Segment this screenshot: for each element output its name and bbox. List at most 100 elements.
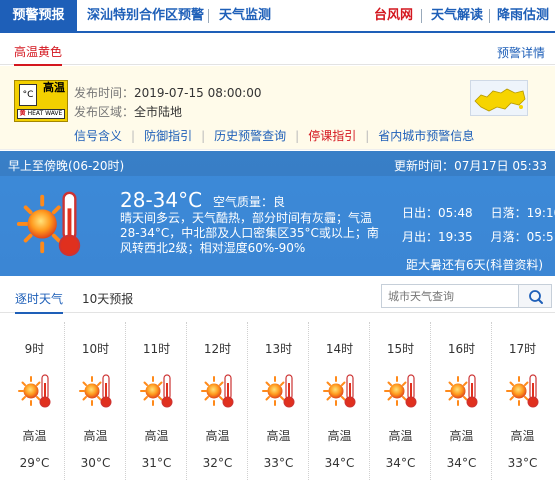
- sunny-hot-icon: [78, 371, 114, 409]
- heat-wave-signal-icon: °C 高温 黄 HEAT WAVE: [14, 80, 68, 122]
- hour-time: 15时: [386, 342, 415, 356]
- tab-weather-analysis[interactable]: 天气解读: [431, 0, 483, 31]
- today-forecast: 早上至傍晚(06-20时) 更新时间：07月17日 05:33 28-34°C …: [0, 151, 555, 276]
- tab-weather-monitoring[interactable]: 天气监测: [219, 0, 271, 31]
- hour-time: 10时: [81, 342, 110, 356]
- link-defense-guide[interactable]: 防御指引: [144, 129, 192, 143]
- warning-header: 高温黄色 预警详情: [0, 40, 555, 66]
- sunny-hot-icon: [444, 371, 480, 409]
- hour-temp: 34°C: [324, 456, 355, 470]
- hour-item: 14时 高温 34°C: [309, 322, 370, 480]
- signal-word: 高温: [43, 81, 65, 94]
- tab-hourly[interactable]: 逐时天气: [15, 290, 64, 314]
- forecast-period: 早上至傍晚(06-20时): [8, 159, 125, 173]
- hour-condition: 高温: [327, 429, 352, 443]
- hour-temp: 34°C: [446, 456, 477, 470]
- hour-temp: 33°C: [507, 456, 538, 470]
- hour-condition: 高温: [83, 429, 108, 443]
- warning-panel: °C 高温 黄 HEAT WAVE 发布时间：2019-07-15 08:00:…: [0, 66, 555, 150]
- hour-time: 11时: [142, 342, 171, 356]
- warning-title[interactable]: 高温黄色: [14, 43, 63, 66]
- hour-temp: 31°C: [141, 456, 172, 470]
- hour-time: 12时: [203, 342, 232, 356]
- hour-item: 12时 高温 32°C: [187, 322, 248, 480]
- search-button[interactable]: [518, 284, 552, 308]
- city-search-input[interactable]: [382, 285, 518, 307]
- hour-time: 14时: [325, 342, 354, 356]
- today-description: 晴天间多云，天气酷热，部分时间有灰霾；气温28-34°C，中北部及人口密集区35…: [120, 211, 379, 255]
- link-class-suspension[interactable]: 停课指引: [308, 129, 356, 143]
- hour-temp: 30°C: [80, 456, 111, 470]
- sunny-hot-icon: [139, 371, 175, 409]
- sunrise-label: 日出：: [402, 206, 439, 220]
- publish-time-label: 发布时间：: [74, 86, 135, 100]
- hour-item: 11时 高温 31°C: [126, 322, 187, 480]
- nav-divider: [489, 9, 490, 23]
- hour-time: 13时: [264, 342, 293, 356]
- hour-temp: 34°C: [385, 456, 416, 470]
- hour-condition: 高温: [266, 429, 291, 443]
- sunny-hot-icon: [17, 371, 53, 409]
- hour-item: 16时 高温 34°C: [431, 322, 492, 480]
- hour-condition: 高温: [205, 429, 230, 443]
- publish-info: 发布时间：2019-07-15 08:00:00 发布区域：全市陆地: [74, 84, 261, 122]
- warning-links: 信号含义 | 防御指引 | 历史预警查询 | 停课指引 | 省内城市预警信息: [74, 129, 475, 143]
- map-icon: [474, 88, 526, 112]
- link-history-warning[interactable]: 历史预警查询: [214, 129, 286, 143]
- hourly-forecast: 9时 高温 29°C 10时 高温 30°C 11时 高温 31°C 12时 高…: [0, 322, 555, 480]
- today-temp-range: 28-34°C: [120, 188, 203, 212]
- sunrise-time: 05:48: [438, 206, 473, 220]
- link-signal-meaning[interactable]: 信号含义: [74, 129, 122, 143]
- signal-level-word: 黄: [19, 110, 26, 117]
- hour-condition: 高温: [388, 429, 413, 443]
- hour-time: 16时: [447, 342, 476, 356]
- sunny-hot-icon: [505, 371, 541, 409]
- signal-english: HEAT WAVE: [27, 110, 63, 117]
- nav-divider: [421, 9, 422, 23]
- hour-item: 17时 高温 33°C: [492, 322, 553, 480]
- search-icon: [529, 290, 543, 304]
- sun-moon-times: 日出：05:48 日落：19:10 月出：19:35 月落：05:51: [402, 201, 555, 249]
- publish-time: 2019-07-15 08:00:00: [134, 86, 262, 100]
- hour-condition: 高温: [510, 429, 535, 443]
- solar-term-countdown[interactable]: 距大暑还有6天(科普资料): [406, 256, 543, 273]
- warning-details-link[interactable]: 预警详情: [497, 44, 545, 61]
- tab-warning-forecast[interactable]: 预警预报: [0, 0, 77, 31]
- publish-area: 全市陆地: [134, 105, 183, 119]
- city-search-box: [381, 284, 519, 308]
- sunny-hot-icon: [261, 371, 297, 409]
- air-quality-label: 空气质量：: [213, 195, 274, 209]
- hour-item: 13时 高温 33°C: [248, 322, 309, 480]
- hour-temp: 33°C: [263, 456, 294, 470]
- nav-divider: [208, 9, 209, 23]
- moonrise-label: 月出：: [402, 230, 439, 244]
- moonrise-time: 19:35: [438, 230, 473, 244]
- sunny-hot-icon: [322, 371, 358, 409]
- hour-item: 15时 高温 34°C: [370, 322, 431, 480]
- hour-condition: 高温: [449, 429, 474, 443]
- tab-ten-day[interactable]: 10天预报: [82, 290, 133, 307]
- tab-rainfall-estimate[interactable]: 降雨估测: [497, 0, 549, 31]
- hour-temp: 29°C: [19, 456, 50, 470]
- air-quality-value: 良: [273, 195, 286, 209]
- hour-item: 10时 高温 30°C: [65, 322, 126, 480]
- hour-time: 17时: [508, 342, 537, 356]
- tab-shenshan-warning[interactable]: 深汕特别合作区预警: [87, 0, 204, 31]
- warning-area-map[interactable]: [470, 80, 528, 116]
- sunny-hot-icon: [200, 371, 236, 409]
- signal-band: 黄 HEAT WAVE: [17, 109, 65, 119]
- update-time-value: 07月17日 05:33: [454, 159, 547, 173]
- hour-time: 9时: [24, 342, 45, 356]
- hour-condition: 高温: [22, 429, 47, 443]
- air-quality: 空气质量：良: [213, 193, 285, 210]
- update-time-label: 更新时间：: [394, 159, 455, 173]
- link-province-warning[interactable]: 省内城市预警信息: [378, 129, 474, 143]
- sunset-label: 日落：: [490, 206, 527, 220]
- publish-area-label: 发布区域：: [74, 105, 135, 119]
- update-time: 更新时间：07月17日 05:33: [394, 157, 547, 174]
- tab-typhoon[interactable]: 台风网: [374, 0, 413, 31]
- top-nav: 预警预报 深汕特别合作区预警 天气监测 台风网 天气解读 降雨估测: [0, 0, 555, 33]
- sunny-hot-icon: [383, 371, 419, 409]
- moonset-label: 月落：: [490, 230, 527, 244]
- hour-item: 9时 高温 29°C: [4, 322, 65, 480]
